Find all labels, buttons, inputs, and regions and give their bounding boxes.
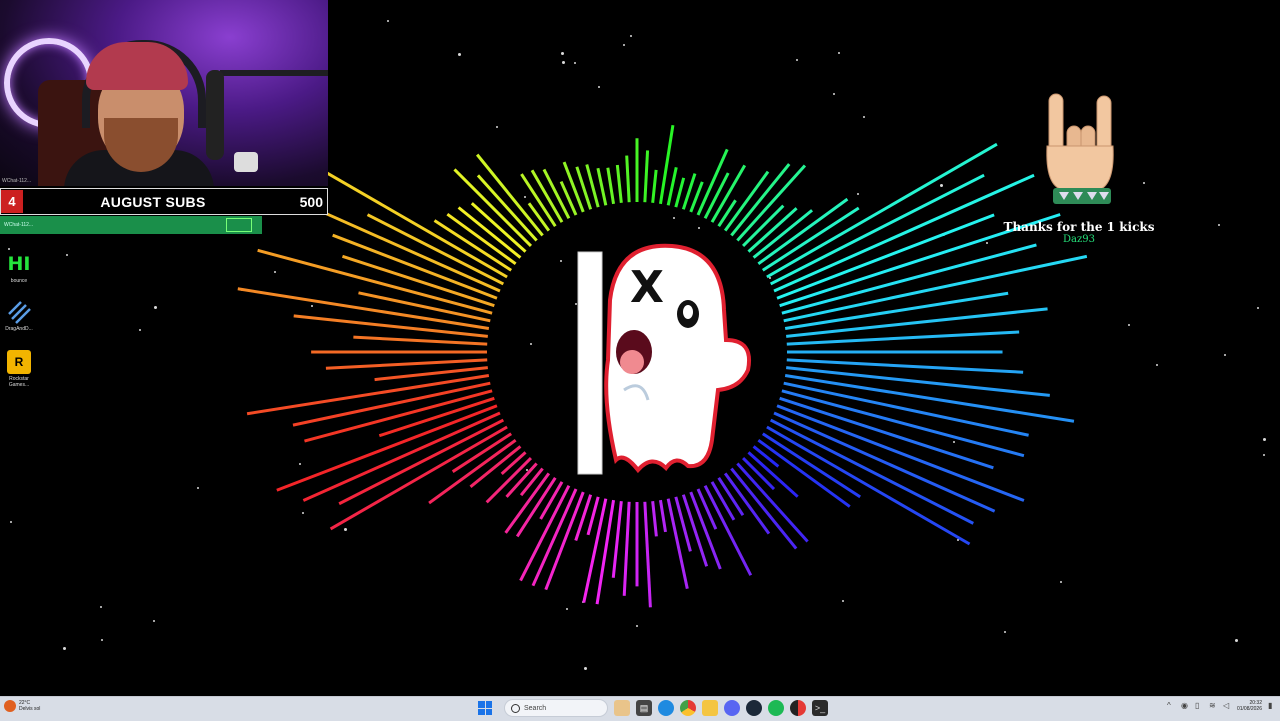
sub-goal-target: 500 [299, 193, 323, 210]
visualizer-bar [615, 164, 623, 203]
microphone [206, 70, 224, 160]
visualizer-bar [519, 467, 544, 497]
wifi-icon[interactable]: ≋ [1209, 702, 1217, 710]
discord-icon[interactable] [724, 700, 740, 716]
sub-goal-count: 4 [1, 190, 23, 213]
visualizer-bar [625, 155, 631, 203]
visualizer-bar [710, 481, 736, 521]
visualizer-bar [500, 451, 527, 475]
visualizer-bar [341, 254, 495, 308]
kicks-alert-username: Daz93 [1063, 234, 1095, 245]
clock-date: 01/08/2026 [1236, 706, 1262, 712]
visualizer-bar [596, 167, 608, 206]
kicks-alert: Thanks for the 1 kicks Daz93 [1000, 86, 1158, 245]
visualizer-bar [643, 150, 650, 203]
visualizer-bar [696, 488, 718, 530]
folder-icon[interactable]: ▤ [636, 700, 652, 716]
stripes-icon [7, 300, 31, 324]
visualizer-bar [651, 501, 658, 537]
rock-hand-icon [1029, 86, 1129, 216]
weather-desc: Delvis sol [19, 706, 41, 712]
notification-icon[interactable]: ▮ [1268, 702, 1276, 710]
clock[interactable]: 20:32 01/08/2026 [1237, 700, 1262, 712]
terminal-icon[interactable]: >_ [812, 700, 828, 716]
search-placeholder: Search [524, 704, 547, 712]
visualizer-bar [666, 498, 689, 589]
visualizer-bar [643, 501, 652, 608]
webcam-caption: WChat-112... [2, 178, 32, 184]
svg-text:X: X [630, 262, 664, 313]
chrome-red-icon[interactable] [790, 700, 806, 716]
weather-widget[interactable]: 22°C Delvis sol [4, 700, 40, 712]
visualizer-bar [504, 472, 551, 534]
visualizer-bar [658, 499, 667, 533]
visualizer-bar [606, 167, 616, 205]
chevron-up-icon[interactable]: ^ [1167, 702, 1175, 710]
visualizer-bar [562, 161, 585, 213]
visualizer-bar [781, 243, 1037, 315]
start-button[interactable] [478, 701, 492, 715]
visualizer-bar [622, 501, 631, 596]
visualizer-bar [338, 418, 505, 506]
volume-icon[interactable]: ◁ [1223, 702, 1231, 710]
desktop-icon-bounce[interactable]: HI bounce [2, 252, 36, 284]
sub-goal-bar: 4 AUGUST SUBS 500 [0, 188, 328, 215]
visualizer-bar [325, 358, 488, 370]
spotify-icon[interactable] [768, 700, 784, 716]
steam-icon[interactable] [746, 700, 762, 716]
mic-logo [234, 152, 258, 172]
visualizer-bar [674, 177, 686, 208]
ghost-logo-icon: X [572, 240, 762, 480]
network-icon[interactable]: ◉ [1181, 702, 1189, 710]
visualizer-bar [353, 335, 488, 346]
kicks-alert-message: Thanks for the 1 kicks [1003, 220, 1155, 234]
files-icon[interactable] [702, 700, 718, 716]
visualizer-bar [539, 481, 564, 520]
desktop-icon-label: Rockstar Games... [8, 376, 30, 388]
chrome-icon[interactable] [680, 700, 696, 716]
visualizer-bar [752, 209, 814, 259]
visualizer-bar [723, 170, 770, 232]
hi-icon: HI [7, 253, 31, 275]
chat-strip-text: WChat-112... [4, 222, 34, 228]
visualizer-bar [293, 314, 488, 338]
taskbar-search[interactable]: Search [504, 699, 608, 717]
search-icon [511, 703, 520, 713]
taskbar: 22°C Delvis sol Search ▤ >_ ^ ◉ ▯ ≋ ◁ 20… [0, 696, 1280, 721]
visualizer-bar [666, 166, 678, 206]
weather-icon [4, 700, 16, 712]
mic-arm [220, 70, 328, 76]
mic-icon[interactable]: ▯ [1195, 702, 1203, 710]
visualizer-bar [723, 472, 771, 535]
visualizer-bar [470, 202, 527, 253]
webcam-feed [0, 0, 328, 186]
edge-icon[interactable] [658, 700, 674, 716]
visualizer-bar [773, 173, 1035, 293]
visualizer-bar [779, 396, 994, 470]
desktop-icon-rockstar[interactable]: R Rockstar Games... [2, 350, 36, 388]
chat-strip-button[interactable] [226, 218, 252, 232]
desktop-icon-label: DragAndD... [5, 326, 33, 332]
visualizer-bar [527, 202, 551, 232]
desktop-icon-draganddrop[interactable]: DragAndD... [2, 300, 36, 332]
visualizer-bar [651, 169, 658, 203]
visualizer-bar [457, 206, 522, 259]
rockstar-icon: R [7, 350, 31, 374]
visualizer-bar [595, 499, 616, 605]
taskbar-apps: Search ▤ >_ [478, 699, 828, 717]
visualizer-bar [611, 501, 623, 578]
system-tray: ^ ◉ ▯ ≋ ◁ 20:32 01/08/2026 ▮ [1167, 700, 1276, 712]
file-explorer-icon[interactable] [614, 700, 630, 716]
desktop-icon-label: bounce [10, 278, 28, 284]
sub-goal-title: AUGUST SUBS [100, 193, 206, 210]
chat-strip: WChat-112... [0, 216, 262, 234]
